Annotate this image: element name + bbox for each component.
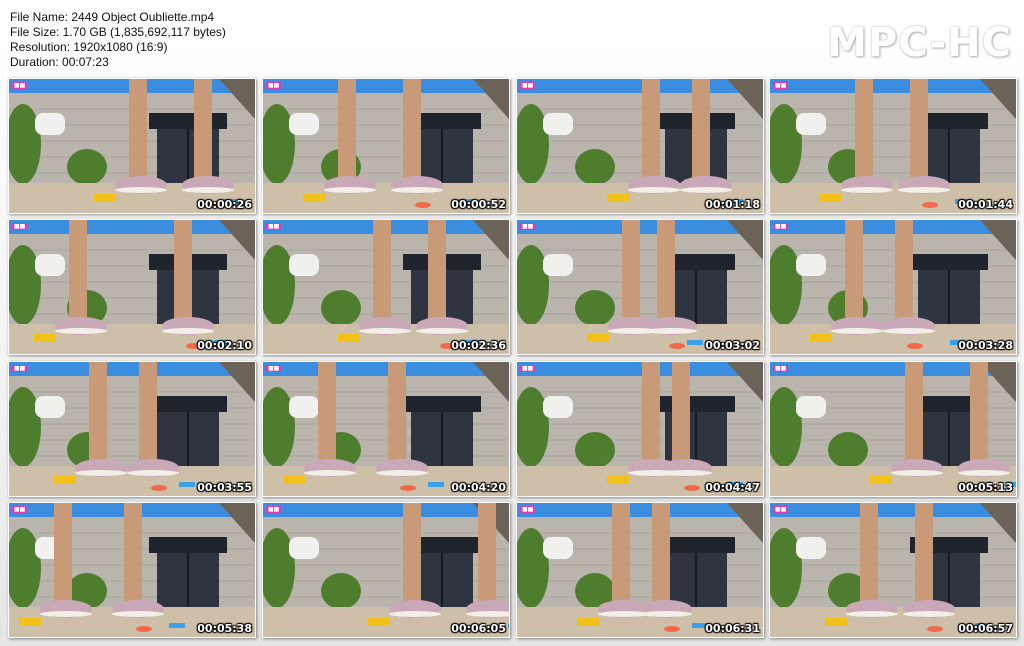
thumbnail-timestamp: 00:02:10 — [197, 339, 252, 352]
channel-logo-icon: ■■ — [773, 223, 789, 230]
video-thumbnail: ■■ 00:00:52 — [262, 78, 510, 214]
thumbnail-frame-image — [9, 220, 255, 354]
thumbnail-frame-image — [9, 362, 255, 496]
thumbnail-grid: ■■ 00:00:26 ■■ 00:00:52 ■■ 00:01:18 ■■ 00:01:44… — [8, 78, 1017, 638]
channel-logo-icon: ■■ — [266, 506, 282, 513]
thumbnail-timestamp: 00:02:36 — [451, 339, 506, 352]
video-thumbnail: ■■ 00:01:18 — [516, 78, 764, 214]
thumbnail-timestamp: 00:06:31 — [705, 622, 760, 635]
thumbnail-frame-image — [770, 79, 1016, 213]
mpc-hc-logo: MPC-HC — [827, 20, 1012, 66]
channel-logo-icon: ■■ — [520, 365, 536, 372]
thumbnail-timestamp: 00:04:20 — [451, 481, 506, 494]
thumbnail-frame-image — [263, 79, 509, 213]
thumbnail-timestamp: 00:01:18 — [705, 198, 760, 211]
duration-text: Duration: 00:07:23 — [10, 55, 109, 69]
file-size-text: File Size: 1.70 GB (1,835,692,117 bytes) — [10, 25, 226, 39]
channel-logo-icon: ■■ — [520, 506, 536, 513]
thumbnail-frame-image — [263, 503, 509, 637]
video-thumbnail: ■■ 00:04:47 — [516, 361, 764, 497]
channel-logo-icon: ■■ — [12, 365, 28, 372]
video-thumbnail: ■■ 00:05:13 — [769, 361, 1017, 497]
thumbnail-timestamp: 00:06:57 — [958, 622, 1013, 635]
channel-logo-icon: ■■ — [773, 82, 789, 89]
video-thumbnail: ■■ 00:05:38 — [8, 502, 256, 638]
thumbnail-frame-image — [263, 220, 509, 354]
thumbnail-frame-image — [517, 220, 763, 354]
thumbnail-timestamp: 00:00:26 — [197, 198, 252, 211]
channel-logo-icon: ■■ — [520, 82, 536, 89]
video-thumbnail: ■■ 00:03:02 — [516, 219, 764, 355]
thumbnail-timestamp: 00:03:55 — [197, 481, 252, 494]
channel-logo-icon: ■■ — [773, 506, 789, 513]
channel-logo-icon: ■■ — [520, 223, 536, 230]
video-thumbnail: ■■ 00:03:55 — [8, 361, 256, 497]
thumbnail-timestamp: 00:00:52 — [451, 198, 506, 211]
thumbnail-timestamp: 00:03:28 — [958, 339, 1013, 352]
file-name-text: File Name: 2449 Object Oubliette.mp4 — [10, 10, 215, 24]
thumbnail-timestamp: 00:03:02 — [705, 339, 760, 352]
thumbnail-frame-image — [9, 503, 255, 637]
thumbnail-frame-image — [9, 79, 255, 213]
channel-logo-icon: ■■ — [266, 365, 282, 372]
thumbnail-frame-image — [517, 503, 763, 637]
video-thumbnail: ■■ 00:02:10 — [8, 219, 256, 355]
thumbnail-timestamp: 00:05:13 — [958, 481, 1013, 494]
file-info-panel: File Name: 2449 Object Oubliette.mp4 Fil… — [10, 10, 226, 70]
thumbnail-frame-image — [770, 503, 1016, 637]
channel-logo-icon: ■■ — [12, 506, 28, 513]
channel-logo-icon: ■■ — [12, 223, 28, 230]
video-thumbnail: ■■ 00:06:05 — [262, 502, 510, 638]
channel-logo-icon: ■■ — [773, 365, 789, 372]
video-thumbnail: ■■ 00:03:28 — [769, 219, 1017, 355]
video-thumbnail: ■■ 00:02:36 — [262, 219, 510, 355]
video-thumbnail: ■■ 00:06:57 — [769, 502, 1017, 638]
resolution-text: Resolution: 1920x1080 (16:9) — [10, 40, 168, 54]
thumbnail-frame-image — [517, 362, 763, 496]
thumbnail-frame-image — [517, 79, 763, 213]
channel-logo-icon: ■■ — [12, 82, 28, 89]
video-thumbnail: ■■ 00:04:20 — [262, 361, 510, 497]
thumbnail-frame-image — [263, 362, 509, 496]
thumbnail-timestamp: 00:06:05 — [451, 622, 506, 635]
thumbnail-timestamp: 00:04:47 — [705, 481, 760, 494]
thumbnail-frame-image — [770, 362, 1016, 496]
video-thumbnail: ■■ 00:00:26 — [8, 78, 256, 214]
video-thumbnail: ■■ 00:06:31 — [516, 502, 764, 638]
thumbnail-timestamp: 00:01:44 — [958, 198, 1013, 211]
channel-logo-icon: ■■ — [266, 223, 282, 230]
channel-logo-icon: ■■ — [266, 82, 282, 89]
thumbnail-timestamp: 00:05:38 — [197, 622, 252, 635]
video-thumbnail: ■■ 00:01:44 — [769, 78, 1017, 214]
thumbnail-frame-image — [770, 220, 1016, 354]
